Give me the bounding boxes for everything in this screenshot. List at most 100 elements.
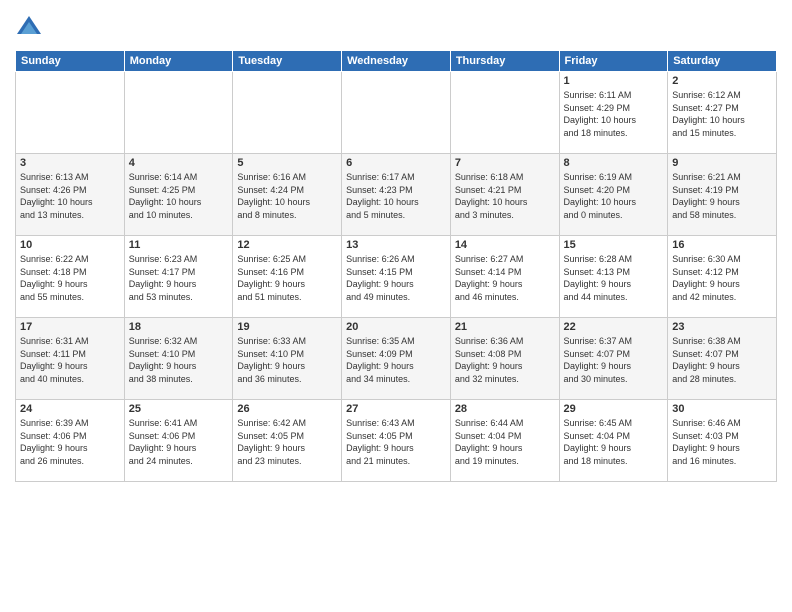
day-info: Sunrise: 6:25 AMSunset: 4:16 PMDaylight:… (237, 253, 337, 303)
week-row-1: 1 Sunrise: 6:11 AMSunset: 4:29 PMDaylight… (16, 72, 777, 154)
week-row-3: 10 Sunrise: 6:22 AMSunset: 4:18 PMDayligh… (16, 236, 777, 318)
day-number: 13 (346, 239, 446, 251)
day-cell: 21 Sunrise: 6:36 AMSunset: 4:08 PMDayligh… (450, 318, 559, 400)
day-cell: 9 Sunrise: 6:21 AMSunset: 4:19 PMDaylight… (668, 154, 777, 236)
day-info: Sunrise: 6:31 AMSunset: 4:11 PMDaylight:… (20, 335, 120, 385)
day-info: Sunrise: 6:38 AMSunset: 4:07 PMDaylight:… (672, 335, 772, 385)
day-info: Sunrise: 6:30 AMSunset: 4:12 PMDaylight:… (672, 253, 772, 303)
day-number: 23 (672, 321, 772, 333)
day-cell: 13 Sunrise: 6:26 AMSunset: 4:15 PMDayligh… (342, 236, 451, 318)
day-cell: 15 Sunrise: 6:28 AMSunset: 4:13 PMDayligh… (559, 236, 668, 318)
day-info: Sunrise: 6:11 AMSunset: 4:29 PMDaylight:… (564, 89, 664, 139)
day-number: 25 (129, 403, 229, 415)
day-number: 2 (672, 75, 772, 87)
day-cell: 14 Sunrise: 6:27 AMSunset: 4:14 PMDayligh… (450, 236, 559, 318)
week-row-4: 17 Sunrise: 6:31 AMSunset: 4:11 PMDayligh… (16, 318, 777, 400)
day-number: 14 (455, 239, 555, 251)
day-number: 22 (564, 321, 664, 333)
day-cell: 11 Sunrise: 6:23 AMSunset: 4:17 PMDayligh… (124, 236, 233, 318)
day-info: Sunrise: 6:43 AMSunset: 4:05 PMDaylight:… (346, 417, 446, 467)
day-info: Sunrise: 6:18 AMSunset: 4:21 PMDaylight:… (455, 171, 555, 221)
day-number: 6 (346, 157, 446, 169)
day-number: 12 (237, 239, 337, 251)
day-cell: 17 Sunrise: 6:31 AMSunset: 4:11 PMDayligh… (16, 318, 125, 400)
day-info: Sunrise: 6:36 AMSunset: 4:08 PMDaylight:… (455, 335, 555, 385)
day-number: 7 (455, 157, 555, 169)
day-cell: 6 Sunrise: 6:17 AMSunset: 4:23 PMDaylight… (342, 154, 451, 236)
day-cell (16, 72, 125, 154)
header (15, 10, 777, 42)
day-info: Sunrise: 6:44 AMSunset: 4:04 PMDaylight:… (455, 417, 555, 467)
day-cell (450, 72, 559, 154)
page: Sunday Monday Tuesday Wednesday Thursday… (0, 0, 792, 612)
day-info: Sunrise: 6:35 AMSunset: 4:09 PMDaylight:… (346, 335, 446, 385)
day-info: Sunrise: 6:27 AMSunset: 4:14 PMDaylight:… (455, 253, 555, 303)
day-number: 8 (564, 157, 664, 169)
day-cell: 28 Sunrise: 6:44 AMSunset: 4:04 PMDayligh… (450, 400, 559, 482)
day-info: Sunrise: 6:26 AMSunset: 4:15 PMDaylight:… (346, 253, 446, 303)
weekday-header-row: Sunday Monday Tuesday Wednesday Thursday… (16, 51, 777, 72)
day-number: 30 (672, 403, 772, 415)
day-cell (342, 72, 451, 154)
day-number: 18 (129, 321, 229, 333)
day-cell: 7 Sunrise: 6:18 AMSunset: 4:21 PMDaylight… (450, 154, 559, 236)
day-number: 28 (455, 403, 555, 415)
day-cell: 8 Sunrise: 6:19 AMSunset: 4:20 PMDaylight… (559, 154, 668, 236)
day-info: Sunrise: 6:19 AMSunset: 4:20 PMDaylight:… (564, 171, 664, 221)
day-info: Sunrise: 6:22 AMSunset: 4:18 PMDaylight:… (20, 253, 120, 303)
day-info: Sunrise: 6:32 AMSunset: 4:10 PMDaylight:… (129, 335, 229, 385)
header-thursday: Thursday (450, 51, 559, 72)
logo-icon (15, 14, 43, 42)
day-info: Sunrise: 6:28 AMSunset: 4:13 PMDaylight:… (564, 253, 664, 303)
day-info: Sunrise: 6:41 AMSunset: 4:06 PMDaylight:… (129, 417, 229, 467)
logo (15, 14, 47, 42)
day-number: 1 (564, 75, 664, 87)
week-row-2: 3 Sunrise: 6:13 AMSunset: 4:26 PMDaylight… (16, 154, 777, 236)
day-info: Sunrise: 6:33 AMSunset: 4:10 PMDaylight:… (237, 335, 337, 385)
day-number: 19 (237, 321, 337, 333)
calendar: Sunday Monday Tuesday Wednesday Thursday… (15, 50, 777, 482)
day-number: 26 (237, 403, 337, 415)
day-info: Sunrise: 6:16 AMSunset: 4:24 PMDaylight:… (237, 171, 337, 221)
day-number: 17 (20, 321, 120, 333)
day-cell: 20Sunrise: 6:35 AMSunset: 4:09 PMDayligh… (342, 318, 451, 400)
header-wednesday: Wednesday (342, 51, 451, 72)
day-number: 27 (346, 403, 446, 415)
day-cell: 4 Sunrise: 6:14 AMSunset: 4:25 PMDaylight… (124, 154, 233, 236)
day-info: Sunrise: 6:46 AMSunset: 4:03 PMDaylight:… (672, 417, 772, 467)
day-info: Sunrise: 6:13 AMSunset: 4:26 PMDaylight:… (20, 171, 120, 221)
day-cell: 26 Sunrise: 6:42 AMSunset: 4:05 PMDayligh… (233, 400, 342, 482)
day-cell: 3 Sunrise: 6:13 AMSunset: 4:26 PMDaylight… (16, 154, 125, 236)
day-number: 3 (20, 157, 120, 169)
day-info: Sunrise: 6:23 AMSunset: 4:17 PMDaylight:… (129, 253, 229, 303)
day-cell: 10 Sunrise: 6:22 AMSunset: 4:18 PMDayligh… (16, 236, 125, 318)
day-cell: 2 Sunrise: 6:12 AMSunset: 4:27 PMDaylight… (668, 72, 777, 154)
day-cell (124, 72, 233, 154)
day-number: 15 (564, 239, 664, 251)
day-cell: 25 Sunrise: 6:41 AMSunset: 4:06 PMDayligh… (124, 400, 233, 482)
day-cell: 30 Sunrise: 6:46 AMSunset: 4:03 PMDayligh… (668, 400, 777, 482)
day-info: Sunrise: 6:17 AMSunset: 4:23 PMDaylight:… (346, 171, 446, 221)
day-info: Sunrise: 6:14 AMSunset: 4:25 PMDaylight:… (129, 171, 229, 221)
day-info: Sunrise: 6:42 AMSunset: 4:05 PMDaylight:… (237, 417, 337, 467)
day-number: 11 (129, 239, 229, 251)
day-cell: 5 Sunrise: 6:16 AMSunset: 4:24 PMDaylight… (233, 154, 342, 236)
week-row-5: 24Sunrise: 6:39 AMSunset: 4:06 PMDayligh… (16, 400, 777, 482)
day-info: Sunrise: 6:37 AMSunset: 4:07 PMDaylight:… (564, 335, 664, 385)
day-cell: 12 Sunrise: 6:25 AMSunset: 4:16 PMDayligh… (233, 236, 342, 318)
day-number: 10 (20, 239, 120, 251)
day-cell: 1 Sunrise: 6:11 AMSunset: 4:29 PMDaylight… (559, 72, 668, 154)
day-cell: 18 Sunrise: 6:32 AMSunset: 4:10 PMDayligh… (124, 318, 233, 400)
day-info: Sunrise: 6:12 AMSunset: 4:27 PMDaylight:… (672, 89, 772, 139)
day-number: 9 (672, 157, 772, 169)
day-cell: 24Sunrise: 6:39 AMSunset: 4:06 PMDayligh… (16, 400, 125, 482)
day-number: 5 (237, 157, 337, 169)
day-number: 16 (672, 239, 772, 251)
header-friday: Friday (559, 51, 668, 72)
day-number: 4 (129, 157, 229, 169)
day-number: 21 (455, 321, 555, 333)
day-number: 24 (20, 403, 120, 415)
day-info: Sunrise: 6:21 AMSunset: 4:19 PMDaylight:… (672, 171, 772, 221)
header-saturday: Saturday (668, 51, 777, 72)
day-cell: 29Sunrise: 6:45 AMSunset: 4:04 PMDayligh… (559, 400, 668, 482)
